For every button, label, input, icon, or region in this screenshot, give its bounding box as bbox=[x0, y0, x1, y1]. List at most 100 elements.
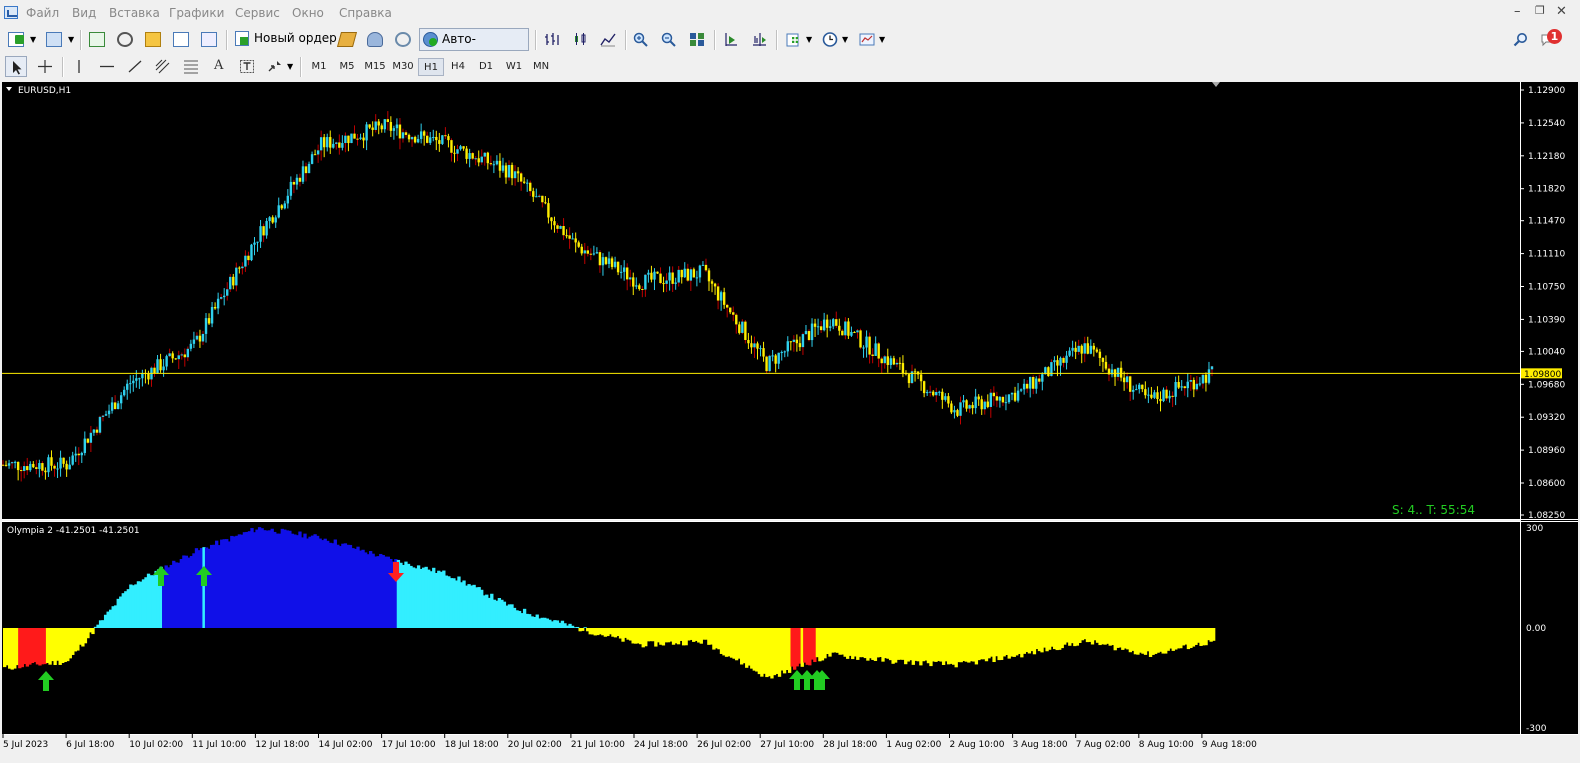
menu-tools[interactable]: Сервис bbox=[235, 6, 280, 20]
candle bbox=[522, 181, 526, 183]
arrows-button[interactable]: ▼ bbox=[264, 56, 296, 77]
channel-button[interactable] bbox=[152, 56, 174, 77]
candle bbox=[238, 267, 241, 269]
histogram-bar bbox=[583, 627, 587, 628]
candle bbox=[686, 268, 689, 281]
bar-chart-button[interactable] bbox=[541, 29, 563, 50]
profiles-icon bbox=[46, 32, 62, 47]
candle bbox=[1022, 383, 1026, 390]
timeframe-h1[interactable]: H1 bbox=[418, 58, 444, 76]
menu-file[interactable]: Файл bbox=[26, 6, 59, 20]
minimize-icon[interactable]: – bbox=[1514, 4, 1521, 19]
timeframe-m30[interactable]: M30 bbox=[389, 58, 417, 76]
metaeditor-button[interactable] bbox=[336, 29, 358, 50]
vps-button[interactable] bbox=[392, 29, 414, 50]
menu-insert[interactable]: Вставка bbox=[109, 6, 160, 20]
chart-shift-button[interactable] bbox=[748, 29, 770, 50]
candle bbox=[326, 137, 329, 148]
candle bbox=[532, 191, 535, 197]
timeframe-w1[interactable]: W1 bbox=[501, 58, 527, 76]
timeframe-mn[interactable]: MN bbox=[528, 58, 554, 76]
candlestick-button[interactable] bbox=[569, 29, 591, 50]
search-button[interactable] bbox=[1510, 29, 1532, 50]
candle bbox=[104, 414, 108, 416]
menu-charts[interactable]: Графики bbox=[169, 6, 224, 20]
candle bbox=[635, 285, 638, 287]
timeframe-h4[interactable]: H4 bbox=[445, 58, 471, 76]
candle bbox=[1201, 374, 1205, 384]
market-watch-button[interactable] bbox=[86, 29, 108, 50]
timeframe-m5[interactable]: M5 bbox=[334, 58, 360, 76]
crosshair-cross-icon bbox=[38, 60, 52, 73]
candle bbox=[229, 276, 232, 290]
candle bbox=[1180, 386, 1183, 388]
new-chart-button[interactable]: ▼ bbox=[5, 29, 37, 50]
crosshair-button[interactable] bbox=[34, 56, 56, 77]
candle bbox=[1080, 345, 1083, 354]
templates-button[interactable]: ▼ bbox=[856, 29, 888, 50]
autoscroll-button[interactable] bbox=[720, 29, 742, 50]
autotrading-button[interactable]: Авто-торговля bbox=[419, 28, 529, 67]
candle bbox=[813, 323, 817, 327]
signals-button[interactable] bbox=[364, 29, 386, 50]
candle bbox=[35, 467, 38, 470]
new-order-button[interactable]: Новый ордер bbox=[232, 28, 343, 51]
candle bbox=[283, 203, 286, 209]
indicator-scale-label: -300 bbox=[1526, 724, 1547, 734]
candle bbox=[398, 124, 402, 139]
price-label: 1.12540 bbox=[1528, 119, 1565, 129]
horizontal-line-button[interactable] bbox=[96, 56, 118, 77]
timeframe-d1[interactable]: D1 bbox=[473, 58, 499, 76]
candle bbox=[413, 137, 417, 143]
app-icon[interactable] bbox=[4, 6, 18, 19]
candle bbox=[629, 277, 632, 280]
crosshair-icon bbox=[117, 32, 133, 47]
text-button[interactable]: A bbox=[208, 56, 230, 77]
candle bbox=[362, 137, 365, 141]
indicators-button[interactable]: ▼ bbox=[783, 29, 815, 50]
zoom-out-button[interactable] bbox=[658, 29, 680, 50]
profiles-button[interactable]: ▼ bbox=[43, 29, 75, 50]
candle bbox=[322, 137, 326, 148]
candle bbox=[871, 354, 874, 356]
vertical-line-button[interactable] bbox=[68, 56, 90, 77]
tile-windows-button[interactable] bbox=[686, 29, 708, 50]
candle bbox=[825, 319, 829, 328]
data-window-button[interactable] bbox=[114, 29, 136, 50]
candle bbox=[516, 171, 520, 174]
candle bbox=[1207, 369, 1211, 383]
candle bbox=[783, 351, 786, 353]
candle bbox=[404, 132, 408, 135]
navigator-button[interactable] bbox=[142, 29, 164, 50]
menu-window[interactable]: Окно bbox=[292, 6, 324, 20]
candle bbox=[244, 255, 247, 267]
tester-button[interactable] bbox=[198, 29, 220, 50]
candle bbox=[895, 362, 899, 365]
candle bbox=[1138, 384, 1141, 390]
candle bbox=[138, 378, 141, 380]
candle bbox=[519, 173, 523, 182]
menu-help[interactable]: Справка bbox=[339, 6, 392, 20]
candle bbox=[789, 341, 793, 343]
terminal-button[interactable] bbox=[170, 29, 192, 50]
text-label-button[interactable] bbox=[236, 56, 258, 77]
chart-canvas[interactable]: 1.09800 1.12900 1.12540 1.12180 1.11820 1.11… bbox=[0, 80, 1580, 753]
candle bbox=[886, 356, 889, 365]
trendline-button[interactable] bbox=[124, 56, 146, 77]
cursor-button[interactable] bbox=[5, 56, 27, 77]
restore-icon[interactable]: ❐ bbox=[1535, 4, 1545, 17]
timeframe-m15[interactable]: M15 bbox=[361, 58, 389, 76]
fibonacci-button[interactable] bbox=[180, 56, 202, 77]
periods-button[interactable]: ▼ bbox=[819, 29, 851, 50]
menu-view[interactable]: Вид bbox=[72, 6, 96, 20]
candle bbox=[432, 136, 435, 138]
line-chart-button[interactable] bbox=[597, 29, 619, 50]
notifications-button[interactable]: 1 bbox=[1538, 29, 1564, 50]
chart-window: 1.09800 1.12900 1.12540 1.12180 1.11820 1.11… bbox=[0, 80, 1580, 753]
timeframe-m1[interactable]: M1 bbox=[306, 58, 332, 76]
candle bbox=[129, 383, 132, 385]
candle bbox=[995, 396, 999, 401]
close-icon[interactable]: ✕ bbox=[1556, 4, 1567, 19]
time-label: 21 Jul 10:00 bbox=[571, 740, 625, 750]
zoom-in-button[interactable] bbox=[630, 29, 652, 50]
